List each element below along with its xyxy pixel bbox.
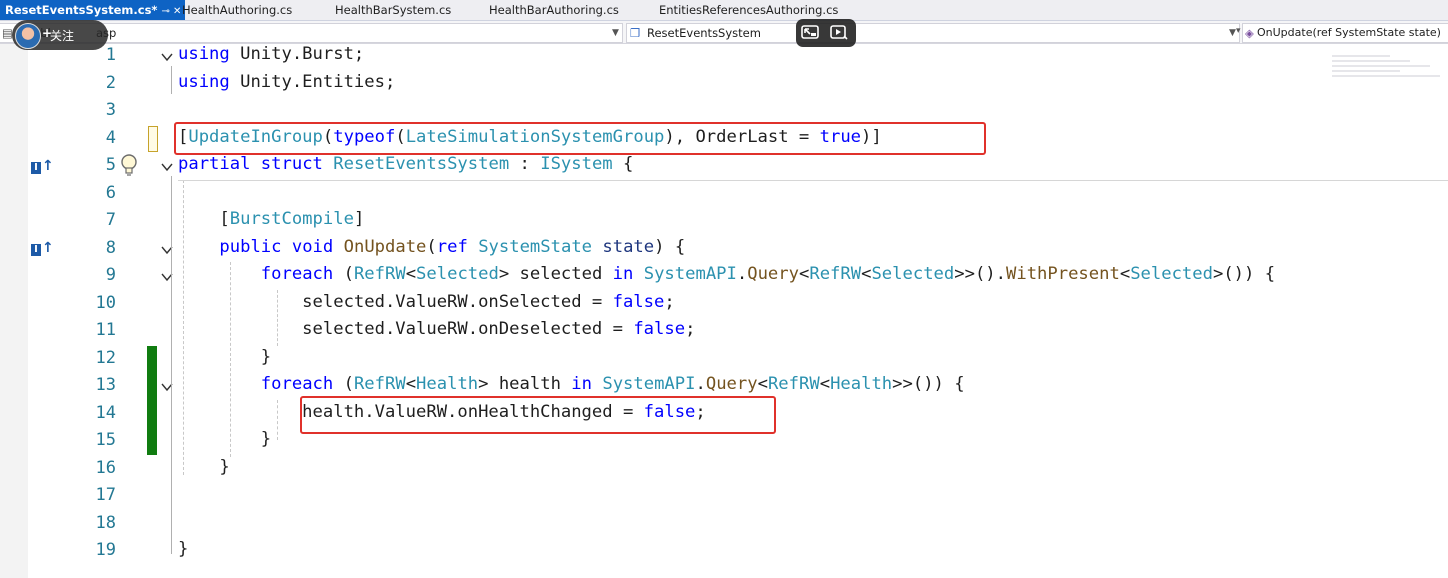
tab-label: HealthAuthoring.cs <box>182 3 293 17</box>
chevron-down-icon: ▼ <box>1229 28 1236 38</box>
tab-health-authoring[interactable]: HealthAuthoring.cs <box>182 0 292 20</box>
line-number: 2 <box>105 73 116 93</box>
pin-icon[interactable]: ⊸ ✕ <box>161 6 181 17</box>
highlight-box-attribute <box>174 122 986 155</box>
code-line-16[interactable]: } <box>178 457 229 477</box>
tab-label: HealthBarAuthoring.cs <box>489 3 619 17</box>
line-number: 9 <box>105 265 116 285</box>
line-number: 4 <box>105 128 116 148</box>
outline-line <box>171 176 172 554</box>
code-line-5[interactable]: partial struct ResetEventsSystem : ISyst… <box>178 154 633 174</box>
code-line-15[interactable]: } <box>178 429 271 449</box>
line-number: 18 <box>95 513 116 533</box>
line-number: 11 <box>95 320 116 340</box>
code-line-12[interactable]: } <box>178 347 271 367</box>
line-number: 3 <box>105 100 116 120</box>
video-play-icon[interactable] <box>830 24 848 40</box>
code-line-8[interactable]: public void OnUpdate(ref SystemState sta… <box>178 237 685 257</box>
modified-marker <box>148 126 158 152</box>
tab-label: HealthBarSystem.cs <box>335 3 452 17</box>
line-number: 16 <box>95 458 116 478</box>
line-number: 14 <box>95 403 116 423</box>
follow-label: 关注 <box>50 29 75 43</box>
tab-label: EntitiesReferencesAuthoring.cs <box>659 3 839 17</box>
chevron-down-icon[interactable] <box>160 50 174 64</box>
line-number: 10 <box>95 293 116 313</box>
method-icon: ◈ <box>1245 26 1254 40</box>
line-number: 17 <box>95 485 116 505</box>
line-number: 6 <box>105 183 116 203</box>
line-number: 15 <box>95 430 116 450</box>
document-tab-bar: ResetEventsSystem.cs* ⊸ ✕ HealthAuthoring… <box>0 0 1448 21</box>
tab-health-bar-system[interactable]: HealthBarSystem.cs <box>335 0 451 20</box>
picture-in-picture-icon[interactable] <box>801 24 819 40</box>
avatar <box>15 23 41 49</box>
line-number: 8 <box>105 238 116 258</box>
code-line-11[interactable]: selected.ValueRW.onDeselected = false; <box>178 319 695 339</box>
member-value: OnUpdate(ref SystemState state) <box>1257 26 1441 39</box>
code-line-1[interactable]: using Unity.Burst; <box>178 44 364 64</box>
class-value: ResetEventsSystem <box>647 26 761 40</box>
video-controls <box>796 19 856 47</box>
implementation-icon[interactable]: I ↑ <box>31 240 54 256</box>
code-line-10[interactable]: selected.ValueRW.onSelected = false; <box>178 292 675 312</box>
implementation-icon[interactable]: I ↑ <box>31 158 54 174</box>
navigation-bar: ▤ sembl asp ▼ ❐ ResetEventsSystem ▼ ◈ On… <box>0 21 1448 44</box>
code-line-9[interactable]: foreach (RefRW<Selected> selected in Sys… <box>178 264 1275 284</box>
code-line-13[interactable]: foreach (RefRW<Health> health in SystemA… <box>178 374 965 394</box>
line-number: 7 <box>105 210 116 230</box>
class-icon: ❐ <box>630 26 641 40</box>
line-number: 13 <box>95 375 116 395</box>
tab-reset-events-system[interactable]: ResetEventsSystem.cs* ⊸ ✕ <box>0 0 186 20</box>
outline-line <box>171 66 172 94</box>
member-dropdown[interactable]: ◈ OnUpdate(ref SystemState state) <box>1242 23 1448 43</box>
glyph-margin <box>0 44 28 578</box>
lightbulb-icon[interactable] <box>118 153 140 177</box>
saved-change-bar <box>147 346 157 455</box>
chevron-down-icon[interactable] <box>160 160 174 174</box>
code-line-19[interactable]: } <box>178 539 188 559</box>
class-dropdown[interactable]: ❐ ResetEventsSystem ▼ <box>626 23 1240 43</box>
line-number: 12 <box>95 348 116 368</box>
follow-badge[interactable]: + 关注 <box>12 20 108 50</box>
code-line-2[interactable]: using Unity.Entities; <box>178 72 395 92</box>
chevron-down-icon: ▼ <box>612 28 619 38</box>
code-minimap[interactable] <box>1330 52 1448 82</box>
chevron-down-icon: ▾ <box>1236 26 1241 36</box>
tab-health-bar-authoring[interactable]: HealthBarAuthoring.cs <box>489 0 619 20</box>
line-number: 19 <box>95 540 116 560</box>
line-number: 5 <box>105 155 116 175</box>
tab-entities-references-authoring[interactable]: EntitiesReferencesAuthoring.cs <box>659 0 838 20</box>
highlight-box-statement <box>300 396 776 434</box>
code-line-7[interactable]: [BurstCompile] <box>178 209 364 229</box>
scope-separator <box>178 180 1448 181</box>
tab-label: ResetEventsSystem.cs* <box>5 3 158 17</box>
